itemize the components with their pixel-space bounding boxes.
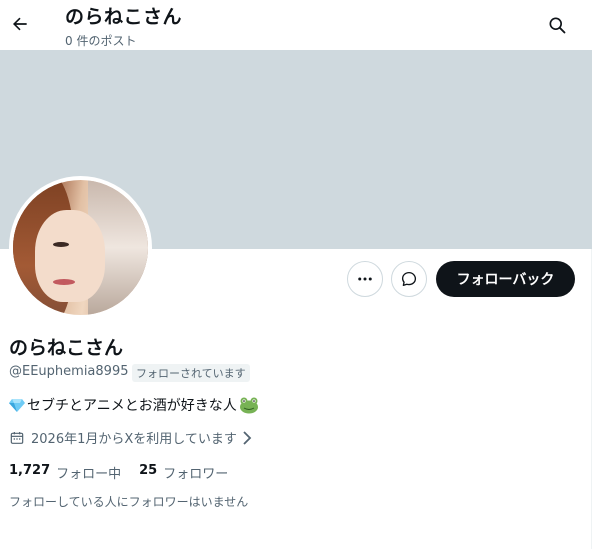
followers-count: 25: [139, 463, 158, 478]
post-count: 0 件のポスト: [65, 34, 137, 48]
bio-text: セブチとアニメとお酒が好きな人: [27, 398, 237, 414]
joined-date[interactable]: 2026年1月からXを利用しています: [9, 428, 253, 447]
user-handle: @EEuphemia8995: [9, 364, 129, 379]
top-header: のらねこさん 0 件のポスト: [0, 0, 592, 50]
following-count: 1,727: [9, 463, 51, 478]
search-button[interactable]: [544, 12, 570, 38]
followers-label: フォロワー: [163, 467, 229, 482]
avatar[interactable]: [9, 176, 152, 319]
chevron-right-icon: [243, 430, 252, 445]
more-dots-icon: [358, 277, 372, 281]
chat-bubble-icon: [401, 271, 417, 287]
calendar-icon: [10, 431, 24, 444]
follow-stats: 1,727 フォロー中 25 フォロワー: [9, 463, 228, 482]
profile-bio: セブチとアニメとお酒が好きな人: [9, 395, 259, 415]
display-name: のらねこさん: [9, 337, 124, 359]
joined-text: 2026年1月からXを利用しています: [31, 432, 237, 447]
follows-you-badge: フォローされています: [132, 364, 250, 382]
frog-icon: [239, 397, 258, 414]
back-button[interactable]: [6, 10, 34, 38]
more-button[interactable]: [347, 261, 383, 297]
header-title: のらねこさん: [65, 6, 183, 28]
followers-link[interactable]: 25 フォロワー: [139, 463, 228, 482]
gem-icon: [9, 399, 25, 412]
following-link[interactable]: 1,727 フォロー中: [9, 463, 121, 482]
follow-back-button[interactable]: フォローバック: [436, 261, 575, 297]
known-followers-text: フォローしている人にフォロワーはいません: [9, 495, 249, 509]
profile-page: のらねこさん 0 件のポスト フォローバック のらねこさん @EEuphemia…: [0, 0, 592, 549]
following-label: フォロー中: [56, 467, 122, 482]
avatar-photo: [13, 180, 148, 315]
search-icon: [549, 17, 566, 34]
arrow-left-icon: [13, 17, 27, 31]
message-button[interactable]: [391, 261, 427, 297]
